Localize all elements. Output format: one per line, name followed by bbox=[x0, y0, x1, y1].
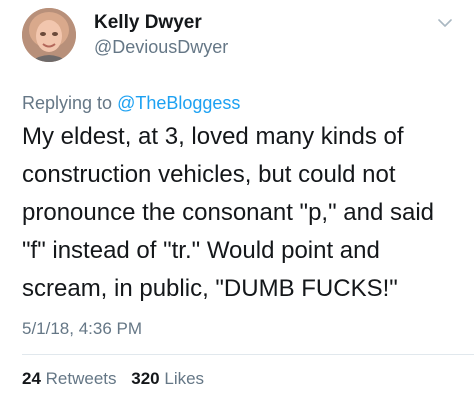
likes-stat[interactable]: 320 Likes bbox=[131, 368, 204, 390]
retweets-stat[interactable]: 24 Retweets bbox=[22, 368, 117, 390]
likes-count: 320 bbox=[131, 369, 160, 388]
replying-to-label: Replying to bbox=[22, 93, 118, 113]
tweet-text: My eldest, at 3, loved many kinds of con… bbox=[22, 118, 462, 308]
tweet-timestamp[interactable]: 5/1/18, 4:36 PM bbox=[22, 318, 142, 340]
divider bbox=[22, 354, 474, 355]
tweet-text-line: pronounce the consonant "p," and said bbox=[22, 199, 435, 226]
reply-mention-link[interactable]: @TheBloggess bbox=[117, 93, 240, 113]
retweets-count: 24 bbox=[22, 369, 41, 388]
chevron-down-icon[interactable] bbox=[438, 18, 452, 28]
author-handle[interactable]: @DeviousDwyer bbox=[94, 36, 228, 58]
tweet-text-line: construction vehicles, but could not bbox=[22, 161, 396, 188]
tweet-text-line: scream, in public, "DUMB FUCKS!" bbox=[22, 275, 398, 302]
replying-to: Replying to @TheBloggess bbox=[22, 92, 240, 114]
tweet-text-line: "f" instead of "tr." Would point and bbox=[22, 237, 380, 264]
avatar-image bbox=[22, 8, 76, 62]
retweets-label: Retweets bbox=[45, 369, 117, 388]
avatar[interactable] bbox=[22, 8, 76, 62]
author-name[interactable]: Kelly Dwyer bbox=[94, 12, 202, 34]
tweet-card: Kelly Dwyer @DeviousDwyer Replying to @T… bbox=[0, 0, 474, 404]
tweet-text-line: My eldest, at 3, loved many kinds of bbox=[22, 123, 404, 150]
likes-label: Likes bbox=[164, 369, 205, 388]
tweet-stats: 24 Retweets 320 Likes bbox=[22, 368, 214, 390]
